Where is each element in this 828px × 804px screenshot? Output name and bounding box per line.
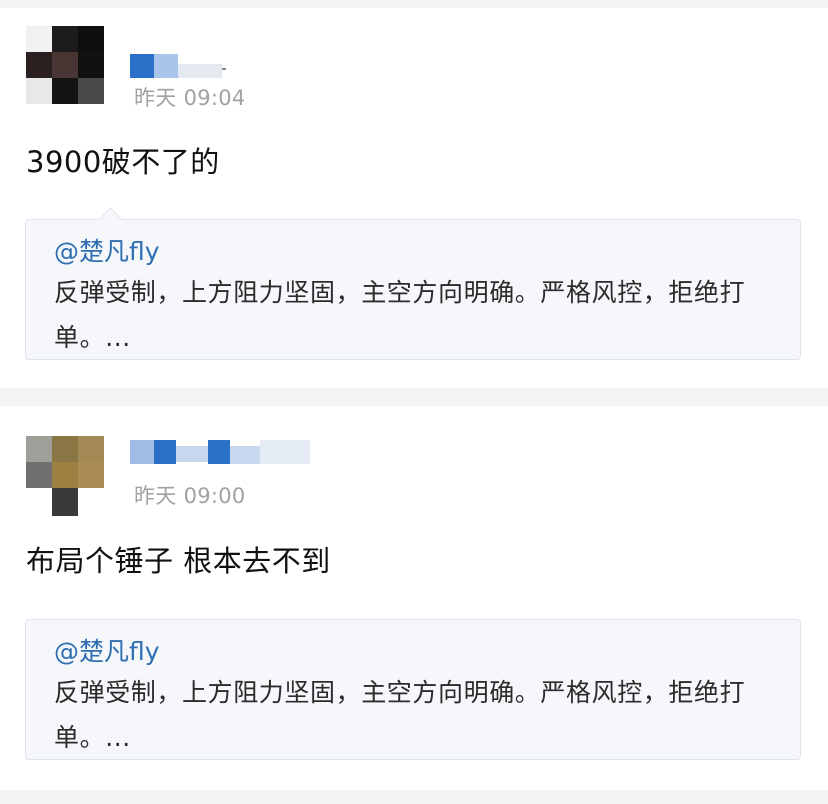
comment-text: 3900破不了的 — [26, 145, 220, 179]
quoted-post[interactable]: @楚凡fly 反弹受制，上方阻力坚固，主空方向明确。严格风控，拒绝打单。... — [25, 619, 801, 760]
comment-item[interactable]: 昨天 09:04 3900破不了的 @楚凡fly 反弹受制，上方阻力坚固，主空方… — [0, 8, 828, 388]
quote-text: 反弹受制，上方阻力坚固，主空方向明确。严格风控，拒绝打单。... — [54, 278, 746, 352]
separator — [0, 388, 828, 406]
quoted-post[interactable]: @楚凡fly 反弹受制，上方阻力坚固，主空方向明确。严格风控，拒绝打单。... — [25, 207, 801, 360]
avatar[interactable] — [26, 26, 104, 104]
separator — [0, 790, 828, 804]
comment-text: 布局个锤子 根本去不到 — [26, 544, 331, 578]
quote-arrow — [98, 207, 123, 232]
quote-author-link[interactable]: @楚凡fly — [54, 232, 160, 268]
username-blurred[interactable] — [130, 436, 315, 468]
quote-text: 反弹受制，上方阻力坚固，主空方向明确。严格风控，拒绝打单。... — [54, 678, 746, 752]
username-blurred[interactable] — [130, 46, 250, 78]
comment-item[interactable]: 昨天 09:00 布局个锤子 根本去不到 @楚凡fly 反弹受制，上方阻力坚固，… — [0, 406, 828, 790]
avatar[interactable] — [26, 436, 104, 516]
quote-author-link[interactable]: @楚凡fly — [54, 632, 160, 668]
top-gap — [0, 0, 828, 8]
timestamp: 昨天 09:00 — [134, 484, 246, 508]
timestamp: 昨天 09:04 — [134, 86, 246, 110]
